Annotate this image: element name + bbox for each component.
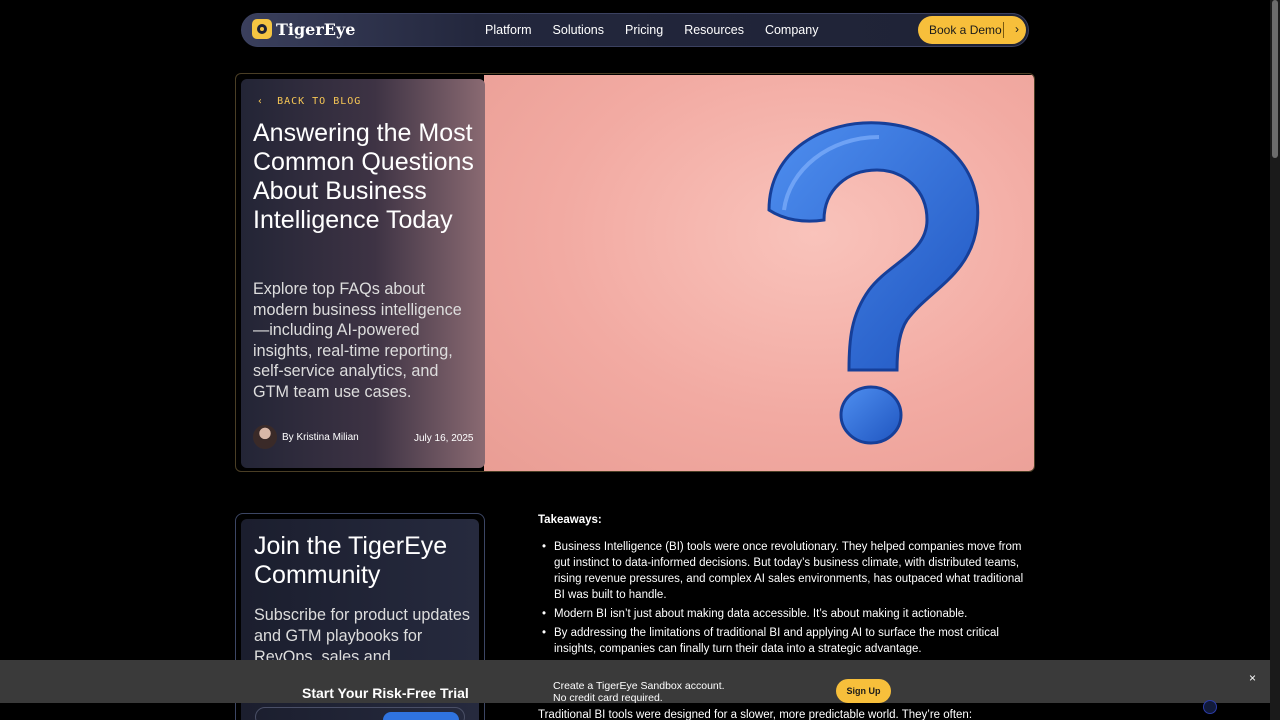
author-name: By Kristina Milian (282, 431, 359, 443)
author-info: By Kristina Milian (253, 425, 359, 449)
publish-date: July 16, 2025 (414, 433, 474, 444)
sign-up-button[interactable]: Sign Up (836, 679, 891, 703)
chat-widget-icon[interactable] (1203, 700, 1217, 714)
back-to-blog-label: BACK TO BLOG (277, 96, 362, 107)
scrollbar-thumb[interactable] (1272, 0, 1278, 158)
nav-link-pricing[interactable]: Pricing (625, 23, 663, 37)
takeaways-list: Business Intelligence (BI) tools were on… (538, 539, 1033, 657)
chevron-right-icon: › (1015, 22, 1019, 36)
tigereye-logo-icon (252, 19, 272, 39)
list-item: Modern BI isn’t just about making data a… (538, 606, 1033, 622)
logo-text: TigerEye (276, 19, 356, 39)
book-demo-label: Book a Demo (929, 23, 1002, 37)
article-paragraph: Traditional BI tools were designed for a… (538, 709, 973, 720)
top-navigation: TigerEye Platform Solutions Pricing Reso… (241, 13, 1029, 47)
question-mark-image (767, 121, 980, 445)
logo[interactable]: TigerEye (252, 19, 355, 39)
banner-text: Create a TigerEye Sandbox account. No cr… (553, 680, 725, 704)
banner-line-2: No credit card required. (553, 692, 663, 704)
scrollbar[interactable] (1270, 0, 1280, 720)
list-item: By addressing the limitations of traditi… (538, 625, 1033, 657)
close-icon[interactable]: × (1249, 671, 1256, 685)
back-to-blog-link[interactable]: ‹ BACK TO BLOG (257, 96, 361, 107)
hero-image (484, 75, 1034, 471)
button-divider (1003, 22, 1004, 38)
nav-link-platform[interactable]: Platform (485, 23, 532, 37)
banner-title: Start Your Risk-Free Trial (302, 685, 469, 701)
article-title: Answering the Most Common Questions Abou… (253, 119, 474, 234)
nav-link-solutions[interactable]: Solutions (553, 23, 604, 37)
article-body: Takeaways: Business Intelligence (BI) to… (538, 512, 1033, 660)
book-demo-button[interactable]: Book a Demo › (918, 16, 1026, 44)
nav-link-resources[interactable]: Resources (684, 23, 744, 37)
subscribe-button[interactable] (383, 712, 459, 720)
chevron-left-icon: ‹ (257, 96, 265, 107)
nav-link-company[interactable]: Company (765, 23, 819, 37)
takeaways-heading: Takeaways: (538, 514, 602, 526)
hero-text-panel: ‹ BACK TO BLOG Answering the Most Common… (241, 79, 485, 468)
newsletter-subtitle: Subscribe for product updates and GTM pl… (254, 606, 470, 666)
nav-links: Platform Solutions Pricing Resources Com… (485, 14, 839, 46)
hero-card: ‹ BACK TO BLOG Answering the Most Common… (235, 73, 1035, 472)
list-item: Business Intelligence (BI) tools were on… (538, 539, 1033, 603)
author-avatar (253, 425, 277, 449)
trial-banner: Start Your Risk-Free Trial Create a Tige… (0, 660, 1270, 704)
article-subtitle: Explore top FAQs about modern business i… (253, 280, 462, 401)
newsletter-title: Join the TigerEye Community (254, 532, 448, 589)
banner-line-1: Create a TigerEye Sandbox account. (553, 680, 725, 692)
